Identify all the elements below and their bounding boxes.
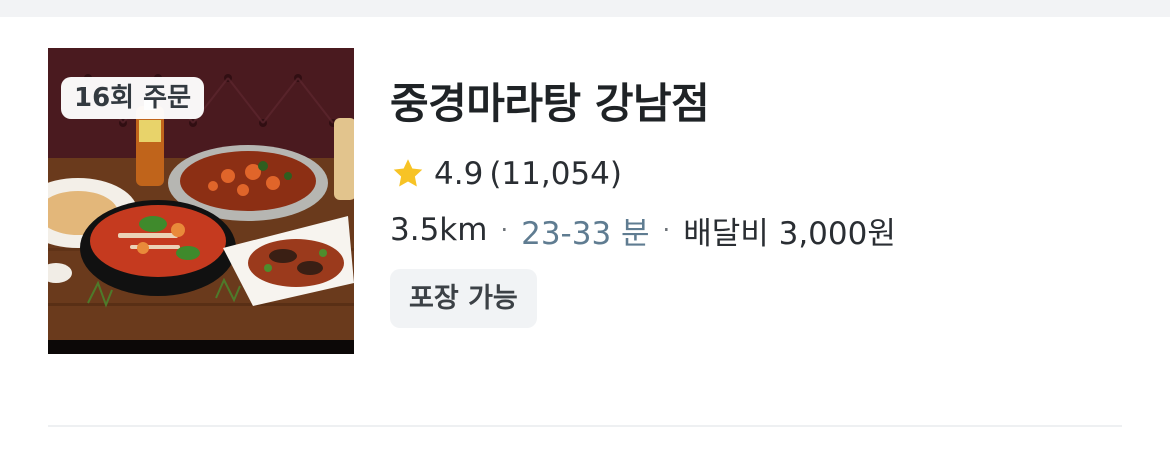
distance: 3.5km [390,212,488,248]
order-count-badge: 16회 주문 [61,77,204,119]
rating-value: 4.9 [434,156,484,192]
top-strip [0,0,1170,17]
delivery-time: 23-33 분 [521,215,650,252]
rating-row: 4.9 (11,054) [390,152,622,196]
delivery-info-row: 3.5km · 23-33 분 · 배달비 3,000원 [390,207,896,253]
takeout-available-tag: 포장 가능 [390,269,537,328]
delivery-fee: 배달비 3,000원 [683,215,896,252]
divider [48,425,1122,427]
review-count: (11,054) [489,156,622,192]
store-name[interactable]: 중경마라탕 강남점 [390,76,710,132]
separator-dot: · [500,216,509,244]
separator-dot: · [662,216,671,244]
star-icon [393,159,423,187]
